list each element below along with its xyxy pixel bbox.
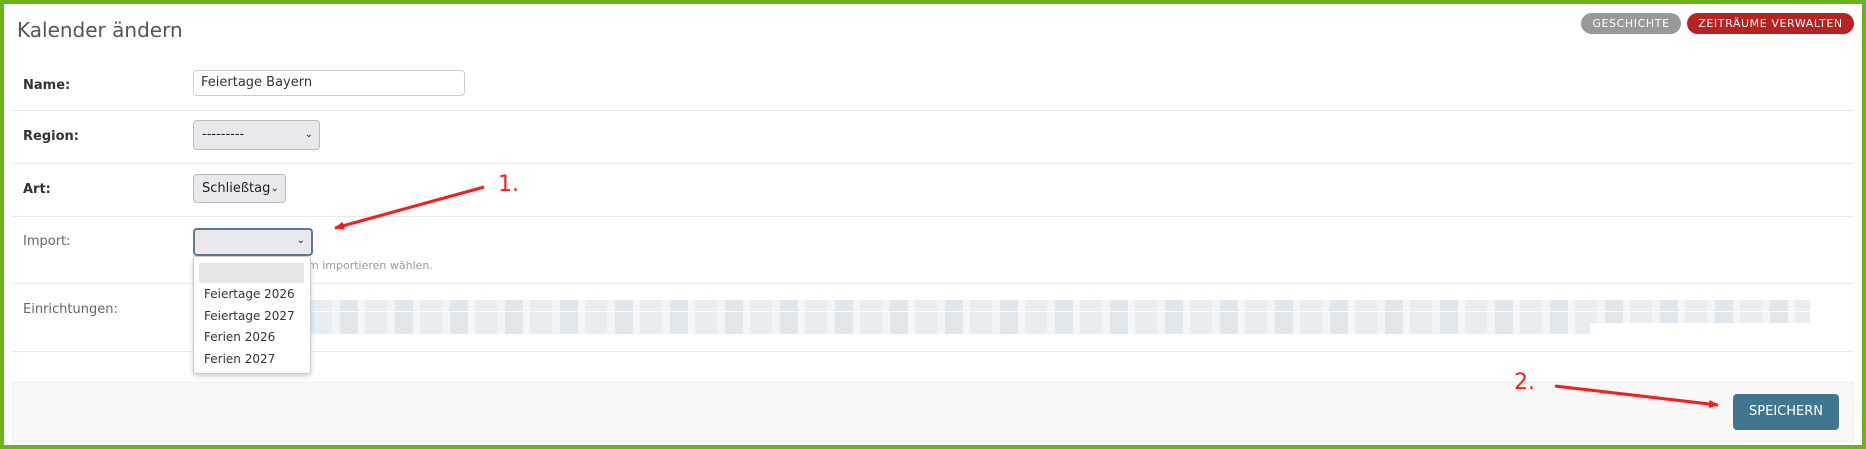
arrow-to-save — [1554, 384, 1719, 408]
arrow-to-import — [334, 185, 485, 230]
annotation-arrows — [334, 185, 1719, 408]
